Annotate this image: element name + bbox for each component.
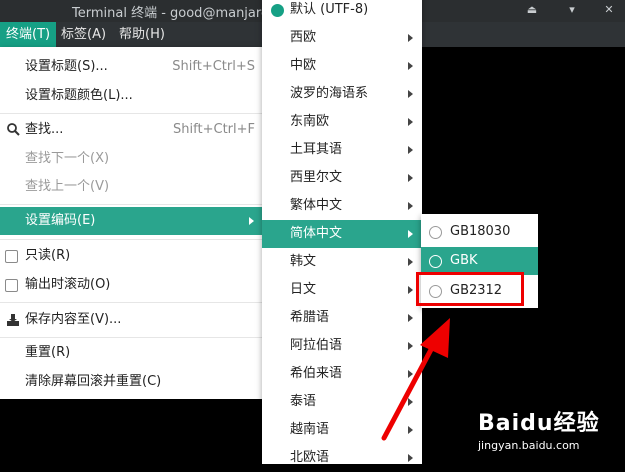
menu-item-label: 简体中文 (290, 226, 343, 241)
menu-item-label: 重置(R) (25, 345, 71, 360)
menu-item-label: 设置编码(E) (25, 213, 96, 228)
menu-item-label: 韩文 (290, 254, 317, 269)
menu-item-label: 保存内容至(V)... (25, 312, 122, 327)
submenu-arrow-icon (249, 217, 254, 225)
menu-item-reset[interactable]: 重置(R) (0, 339, 263, 367)
annotation-arrow-icon (381, 318, 450, 441)
submenu-arrow-icon (408, 146, 413, 154)
menu-item-label: 繁体中文 (290, 198, 343, 213)
eject-icon[interactable]: ⏏ (525, 3, 539, 17)
submenu-arrow-icon (408, 454, 413, 462)
submenu-arrow-icon (408, 258, 413, 266)
menu-item-find-previous: 查找上一个(V) (0, 173, 263, 201)
menu-item-label: 中欧 (290, 58, 317, 73)
menu-separator (0, 113, 263, 114)
menu-item-label: 泰语 (290, 394, 317, 409)
encoding-western[interactable]: 西欧 (262, 24, 422, 52)
encoding-simplified-chinese[interactable]: 简体中文 (262, 220, 422, 248)
watermark-brand: Baidu经验 (478, 411, 600, 436)
menu-item-label: 希腊语 (290, 310, 330, 325)
submenu-arrow-icon (408, 230, 413, 238)
menu-item-label: 清除屏幕回滚并重置(C) (25, 374, 162, 389)
menu-item-label: 东南欧 (290, 114, 330, 129)
submenu-arrow-icon (408, 174, 413, 182)
menu-item-label: 设置标题(S)... (25, 59, 108, 74)
menu-item-find[interactable]: 查找... Shift+Ctrl+F (0, 116, 263, 144)
encoding-southeast-european[interactable]: 东南欧 (262, 108, 422, 136)
menu-separator (0, 337, 263, 338)
menu-item-clear-scrollback-reset[interactable]: 清除屏幕回滚并重置(C) (0, 368, 263, 396)
menu-item-label: 默认 (UTF-8) (290, 2, 369, 17)
encoding-korean[interactable]: 韩文 (262, 248, 422, 276)
menu-item-label: 波罗的海语系 (290, 86, 369, 101)
close-icon[interactable]: ✕ (602, 3, 616, 17)
terminal-menu: 设置标题(S)... Shift+Ctrl+S 设置标题颜色(L)... 查找.… (0, 47, 263, 399)
menu-item-read-only[interactable]: 只读(R) (0, 242, 263, 270)
submenu-arrow-icon (408, 62, 413, 70)
menu-separator (0, 239, 263, 240)
menu-separator (0, 302, 263, 303)
menu-item-set-title[interactable]: 设置标题(S)... Shift+Ctrl+S (0, 53, 263, 81)
save-icon (5, 306, 21, 338)
menu-help[interactable]: 帮助(H) (113, 22, 171, 47)
accelerator-label: Shift+Ctrl+F (173, 122, 255, 137)
menu-item-label: GBK (450, 253, 478, 268)
submenu-arrow-icon (408, 202, 413, 210)
checkbox-icon[interactable] (5, 279, 18, 292)
menu-item-label: 日文 (290, 282, 317, 297)
menu-item-label: 只读(R) (25, 248, 71, 263)
checkbox-icon[interactable] (5, 250, 18, 263)
menu-item-label: 查找下一个(X) (25, 151, 110, 166)
watermark-url: jingyan.baidu.com (478, 439, 580, 452)
encoding-traditional-chinese[interactable]: 繁体中文 (262, 192, 422, 220)
encoding-gb18030[interactable]: GB18030 (421, 218, 538, 246)
menu-item-label: 北欧语 (290, 450, 330, 465)
radio-icon[interactable] (429, 255, 442, 268)
menu-item-find-next: 查找下一个(X) (0, 145, 263, 173)
menu-item-set-encoding[interactable]: 设置编码(E) (0, 207, 263, 235)
window-title: Terminal 终端 - good@manjaro:~ (72, 6, 285, 21)
menu-item-label: 查找上一个(V) (25, 179, 110, 194)
submenu-arrow-icon (408, 90, 413, 98)
menu-item-label: 阿拉伯语 (290, 338, 343, 353)
accelerator-label: Shift+Ctrl+S (172, 59, 255, 74)
submenu-arrow-icon (408, 34, 413, 42)
encoding-central-european[interactable]: 中欧 (262, 52, 422, 80)
encoding-cyrillic[interactable]: 西里尔文 (262, 164, 422, 192)
baidu-watermark: Baidu经验 jingyan.baidu.com (478, 405, 600, 452)
menu-item-scroll-on-output[interactable]: 输出时滚动(O) (0, 271, 263, 299)
menu-item-label: 西里尔文 (290, 170, 343, 185)
menu-item-label: 希伯来语 (290, 366, 343, 381)
menu-item-label: 土耳其语 (290, 142, 343, 157)
encoding-baltic[interactable]: 波罗的海语系 (262, 80, 422, 108)
menu-terminal[interactable]: 终端(T) (0, 22, 57, 47)
submenu-arrow-icon (408, 286, 413, 294)
radio-selected-icon (271, 4, 284, 17)
menu-item-label: 输出时滚动(O) (25, 277, 111, 292)
menu-item-save-contents[interactable]: 保存内容至(V)... (0, 306, 263, 334)
menu-separator (0, 204, 263, 205)
menu-item-set-title-color[interactable]: 设置标题颜色(L)... (0, 82, 263, 110)
encoding-default[interactable]: 默认 (UTF-8) (262, 0, 422, 24)
encoding-gbk[interactable]: GBK (421, 247, 538, 275)
menu-item-label: 越南语 (290, 422, 330, 437)
minimize-icon[interactable]: ▾ (565, 3, 579, 17)
encoding-turkish[interactable]: 土耳其语 (262, 136, 422, 164)
menu-item-label: GB18030 (450, 224, 511, 239)
menu-item-label: 设置标题颜色(L)... (25, 88, 133, 103)
menu-item-label: 西欧 (290, 30, 317, 45)
search-icon (5, 116, 21, 147)
radio-icon[interactable] (429, 226, 442, 239)
submenu-arrow-icon (408, 118, 413, 126)
menu-item-label: 查找... (25, 122, 64, 137)
menu-tabs[interactable]: 标签(A) (55, 22, 112, 47)
